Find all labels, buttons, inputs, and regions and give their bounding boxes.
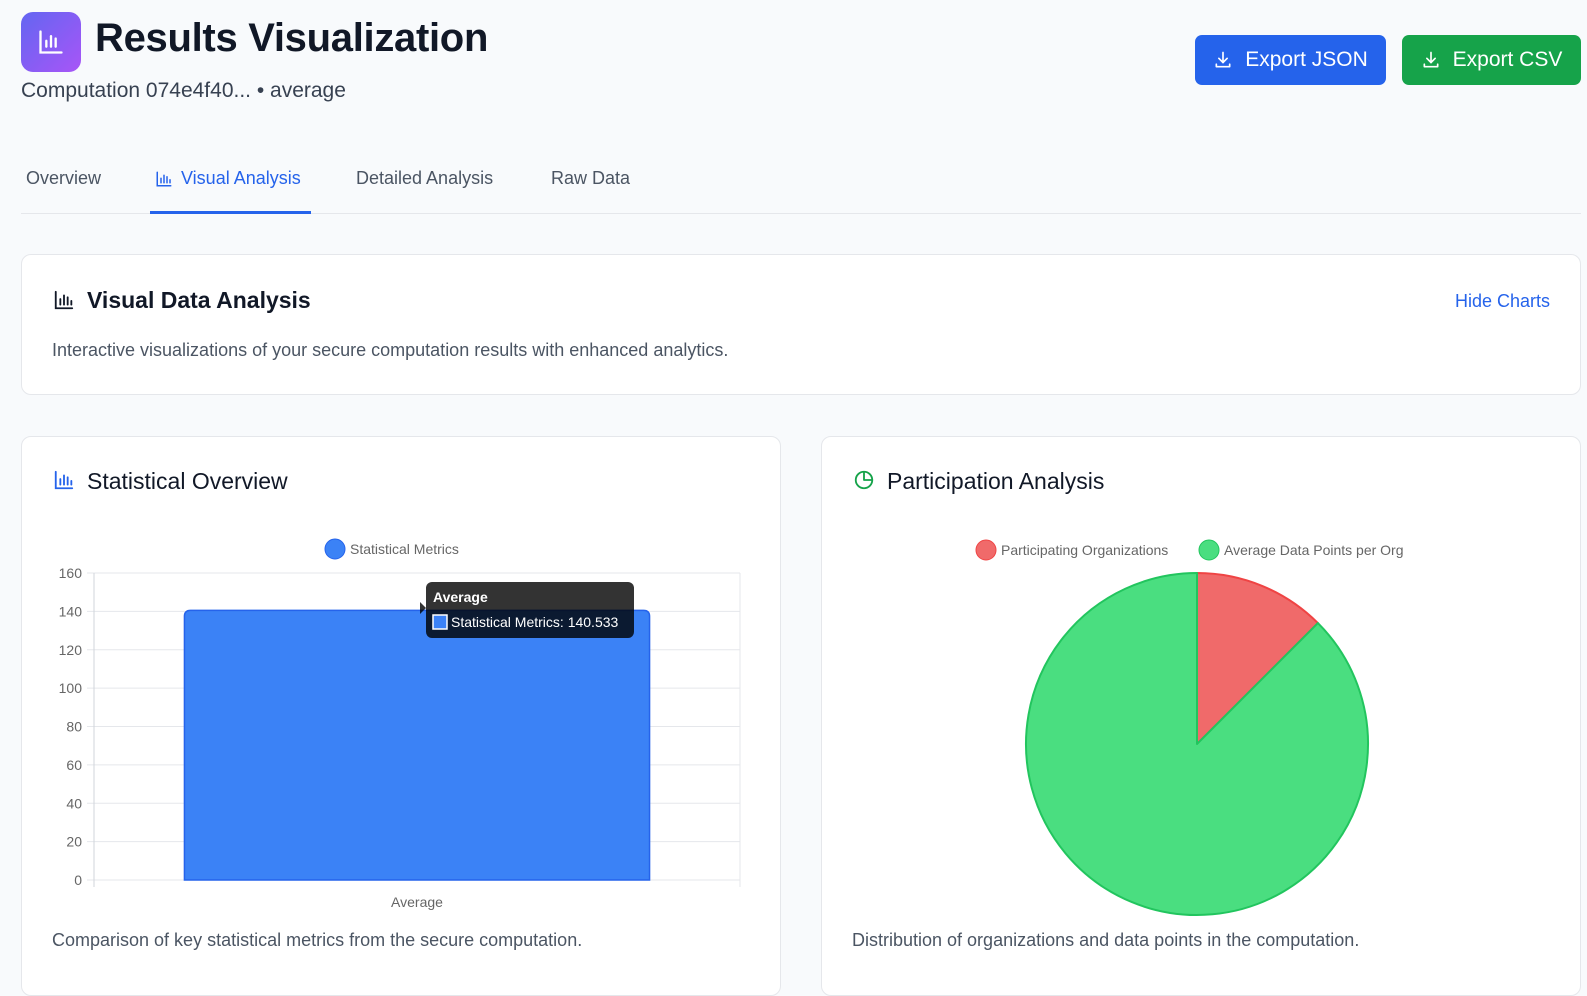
y-tick-label: 40 [66,795,82,811]
tab-overview[interactable]: Overview [26,168,101,189]
y-tick-label: 60 [66,757,82,773]
active-tab-indicator [150,211,311,214]
legend-label: Statistical Metrics [350,541,459,557]
tab-visual-analysis[interactable]: Visual Analysis [155,168,301,189]
pie-slice [1025,572,1369,916]
tab-overview-label: Overview [26,168,102,188]
hide-charts-link[interactable]: Hide Charts [1455,291,1550,312]
download-icon [1215,51,1231,68]
tab-detailed-analysis-label: Detailed Analysis [356,168,494,188]
legend-label: Average Data Points per Org [1224,542,1404,558]
tab-detailed-analysis[interactable]: Detailed Analysis [356,168,493,189]
statistical-overview-title: Statistical Overview [87,468,288,494]
pie-chart-icon [854,470,874,490]
participation-analysis-title: Participation Analysis [887,468,1105,494]
tab-raw-data-label: Raw Data [551,168,631,188]
y-tick-label: 100 [59,680,83,696]
legend-swatch [1198,539,1220,561]
export-csv-label: Export CSV [1452,48,1563,71]
tooltip-text: Statistical Metrics: 140.533 [451,614,619,630]
bar-chart-icon [156,171,172,186]
participation-analysis-card: Participation Analysis Participating Org… [821,436,1581,996]
bar [183,609,651,881]
statistical-overview-card: Statistical Overview Statistical Metrics… [21,436,781,996]
tooltip-swatch [432,614,448,630]
tooltip-title: Average [433,589,488,605]
statistical-bar-chart[interactable]: Statistical Metrics 0 20 40 60 80 100 120 140 160… [22,517,782,917]
chart-tooltip: Average Statistical Metrics: 140.533 [420,582,634,638]
legend-label: Participating Organizations [1001,542,1168,558]
export-csv-button[interactable]: Export CSV [1402,35,1581,85]
download-icon [1423,51,1439,68]
computation-subtitle: Computation 074e4f40... • average [21,79,346,102]
legend-swatch [324,538,346,560]
statistical-overview-description: Comparison of key statistical metrics fr… [52,930,583,950]
legend-swatch [975,539,997,561]
y-tick-label: 120 [59,642,83,658]
bar-chart-icon [54,290,74,310]
participation-pie-chart[interactable]: Participating Organizations Average Data … [822,527,1582,927]
y-tick-label: 0 [74,872,82,888]
export-json-button[interactable]: Export JSON [1195,35,1386,85]
tab-raw-data[interactable]: Raw Data [551,168,630,189]
y-tick-label: 20 [66,834,82,850]
visual-analysis-description: Interactive visualizations of your secur… [52,340,729,360]
tab-visual-analysis-label: Visual Analysis [181,168,301,188]
visual-analysis-title: Visual Data Analysis [87,287,311,313]
x-tick-label: Average [391,894,443,910]
y-tick-label: 140 [59,603,83,619]
y-tick-label: 80 [66,719,82,735]
bar-chart-icon [54,470,74,490]
bar-chart-icon [39,30,63,54]
visual-analysis-card: Visual Data Analysis Hide Charts Interac… [21,254,1581,395]
page-title: Results Visualization [95,16,489,60]
export-json-label: Export JSON [1245,48,1368,71]
participation-analysis-description: Distribution of organizations and data p… [852,930,1360,950]
y-tick-label: 160 [59,565,83,581]
app-logo [21,12,81,72]
